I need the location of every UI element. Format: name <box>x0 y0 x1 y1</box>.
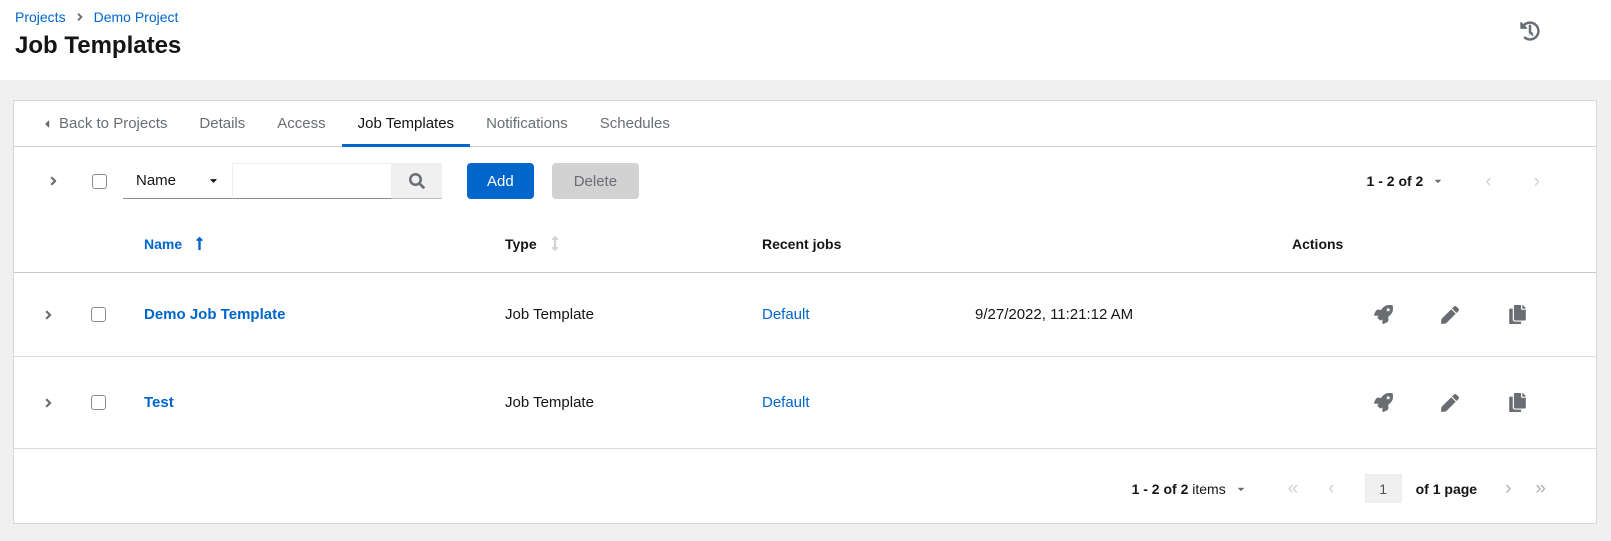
history-icon <box>1520 21 1540 41</box>
launch-button[interactable] <box>1372 392 1394 414</box>
last-page-button[interactable]: » <box>1535 479 1546 498</box>
tab-job-templates[interactable]: Job Templates <box>341 101 471 147</box>
row-last-ran: 9/27/2022, 11:21:12 AM <box>975 306 1134 323</box>
tab-notifications[interactable]: Notifications <box>470 101 584 146</box>
first-page-button[interactable]: « <box>1288 479 1299 498</box>
caret-down-icon <box>208 175 219 186</box>
per-page-menu-toggle[interactable] <box>1236 484 1246 494</box>
breadcrumb-link-projects[interactable]: Projects <box>15 9 66 25</box>
chevron-right-icon <box>44 396 53 410</box>
pencil-icon <box>1441 305 1459 324</box>
column-header-actions: Actions <box>1292 235 1344 252</box>
search-icon <box>409 172 425 189</box>
tab-access[interactable]: Access <box>261 101 341 146</box>
row-checkbox[interactable] <box>91 307 106 322</box>
breadcrumb: Projects Demo Project <box>0 0 1611 25</box>
column-header-name[interactable]: Name <box>144 236 182 252</box>
content-region: Back to Projects Details Access Job Temp… <box>0 80 1611 541</box>
chevron-right-icon <box>49 174 58 188</box>
sort-ascending-icon[interactable] <box>195 236 204 251</box>
column-header-type[interactable]: Type <box>505 236 537 252</box>
table-header-row: Name Type Recent jobs Actions <box>14 215 1596 273</box>
row-checkbox[interactable] <box>91 395 106 410</box>
pagination-items-summary: 1 - 2 of 2 items <box>1131 480 1226 497</box>
next-page-button[interactable]: › <box>1534 172 1540 191</box>
table-row: Demo Job Template Job Template Default 9… <box>14 273 1596 357</box>
caret-down-icon <box>1433 176 1443 186</box>
row-expand-button[interactable] <box>44 396 53 410</box>
tab-schedules[interactable]: Schedules <box>584 101 686 146</box>
copy-icon <box>1508 393 1526 412</box>
edit-button[interactable] <box>1439 304 1461 326</box>
table-row: Test Job Template Default <box>14 357 1596 449</box>
copy-button[interactable] <box>1506 304 1528 326</box>
prev-page-button[interactable]: ‹ <box>1328 479 1334 498</box>
pagination-summary: 1 - 2 of 2 <box>1366 173 1424 189</box>
tab-back-label: Back to Projects <box>59 115 168 132</box>
page-header: Projects Demo Project Job Templates <box>0 0 1611 80</box>
search-input[interactable] <box>232 163 392 199</box>
tab-label: Access <box>277 115 326 132</box>
project-detail-card: Back to Projects Details Access Job Temp… <box>13 100 1597 524</box>
tab-label: Schedules <box>599 115 670 132</box>
add-button[interactable]: Add <box>467 163 534 199</box>
current-page-input[interactable]: 1 <box>1364 474 1402 503</box>
top-pagination: 1 - 2 of 2 ‹ › <box>1367 172 1540 191</box>
search-button[interactable] <box>392 163 442 199</box>
pagination-menu-toggle[interactable] <box>1433 176 1443 186</box>
bottom-pagination: 1 - 2 of 2 items « ‹ 1 of 1 page › » <box>14 449 1596 528</box>
next-page-button[interactable]: › <box>1505 479 1511 498</box>
page-count-label: of 1 page <box>1415 480 1478 497</box>
rocket-icon <box>1373 393 1393 412</box>
launch-button[interactable] <box>1372 304 1394 326</box>
row-type: Job Template <box>505 306 594 323</box>
pencil-icon <box>1441 393 1459 412</box>
expand-all-button[interactable] <box>38 166 68 196</box>
edit-button[interactable] <box>1439 392 1461 414</box>
column-header-recent-jobs: Recent jobs <box>762 235 842 252</box>
tab-label: Notifications <box>486 115 568 132</box>
row-expand-button[interactable] <box>44 308 53 322</box>
caret-down-icon <box>1236 484 1246 494</box>
list-toolbar: Name Add Delete 1 - 2 of 2 ‹ › <box>14 147 1596 215</box>
page-title: Job Templates <box>15 32 182 59</box>
copy-button[interactable] <box>1506 392 1528 414</box>
tab-back-to-projects[interactable]: Back to Projects <box>28 101 183 146</box>
row-type: Job Template <box>505 394 594 411</box>
rocket-icon <box>1373 305 1393 324</box>
recent-job-link[interactable]: Default <box>762 394 810 411</box>
job-template-link[interactable]: Test <box>144 394 174 411</box>
tab-label: Job Templates <box>357 115 455 132</box>
copy-icon <box>1508 305 1526 324</box>
delete-button[interactable]: Delete <box>551 163 640 199</box>
history-button[interactable] <box>1518 19 1542 43</box>
sortable-column-icon[interactable] <box>551 236 559 251</box>
tab-details[interactable]: Details <box>183 101 261 146</box>
recent-job-link[interactable]: Default <box>762 306 810 323</box>
job-template-link[interactable]: Demo Job Template <box>144 306 285 323</box>
filter-attribute-value: Name <box>136 172 177 189</box>
tab-label: Details <box>199 115 246 132</box>
prev-page-button[interactable]: ‹ <box>1485 172 1491 191</box>
breadcrumb-link-demo-project[interactable]: Demo Project <box>94 9 179 25</box>
chevron-right-icon <box>44 308 53 322</box>
breadcrumb-separator-icon <box>76 11 84 23</box>
filter-attribute-select[interactable]: Name <box>123 163 232 199</box>
caret-left-icon <box>44 118 50 130</box>
select-all-checkbox[interactable] <box>92 173 107 189</box>
tab-bar: Back to Projects Details Access Job Temp… <box>14 101 1596 147</box>
